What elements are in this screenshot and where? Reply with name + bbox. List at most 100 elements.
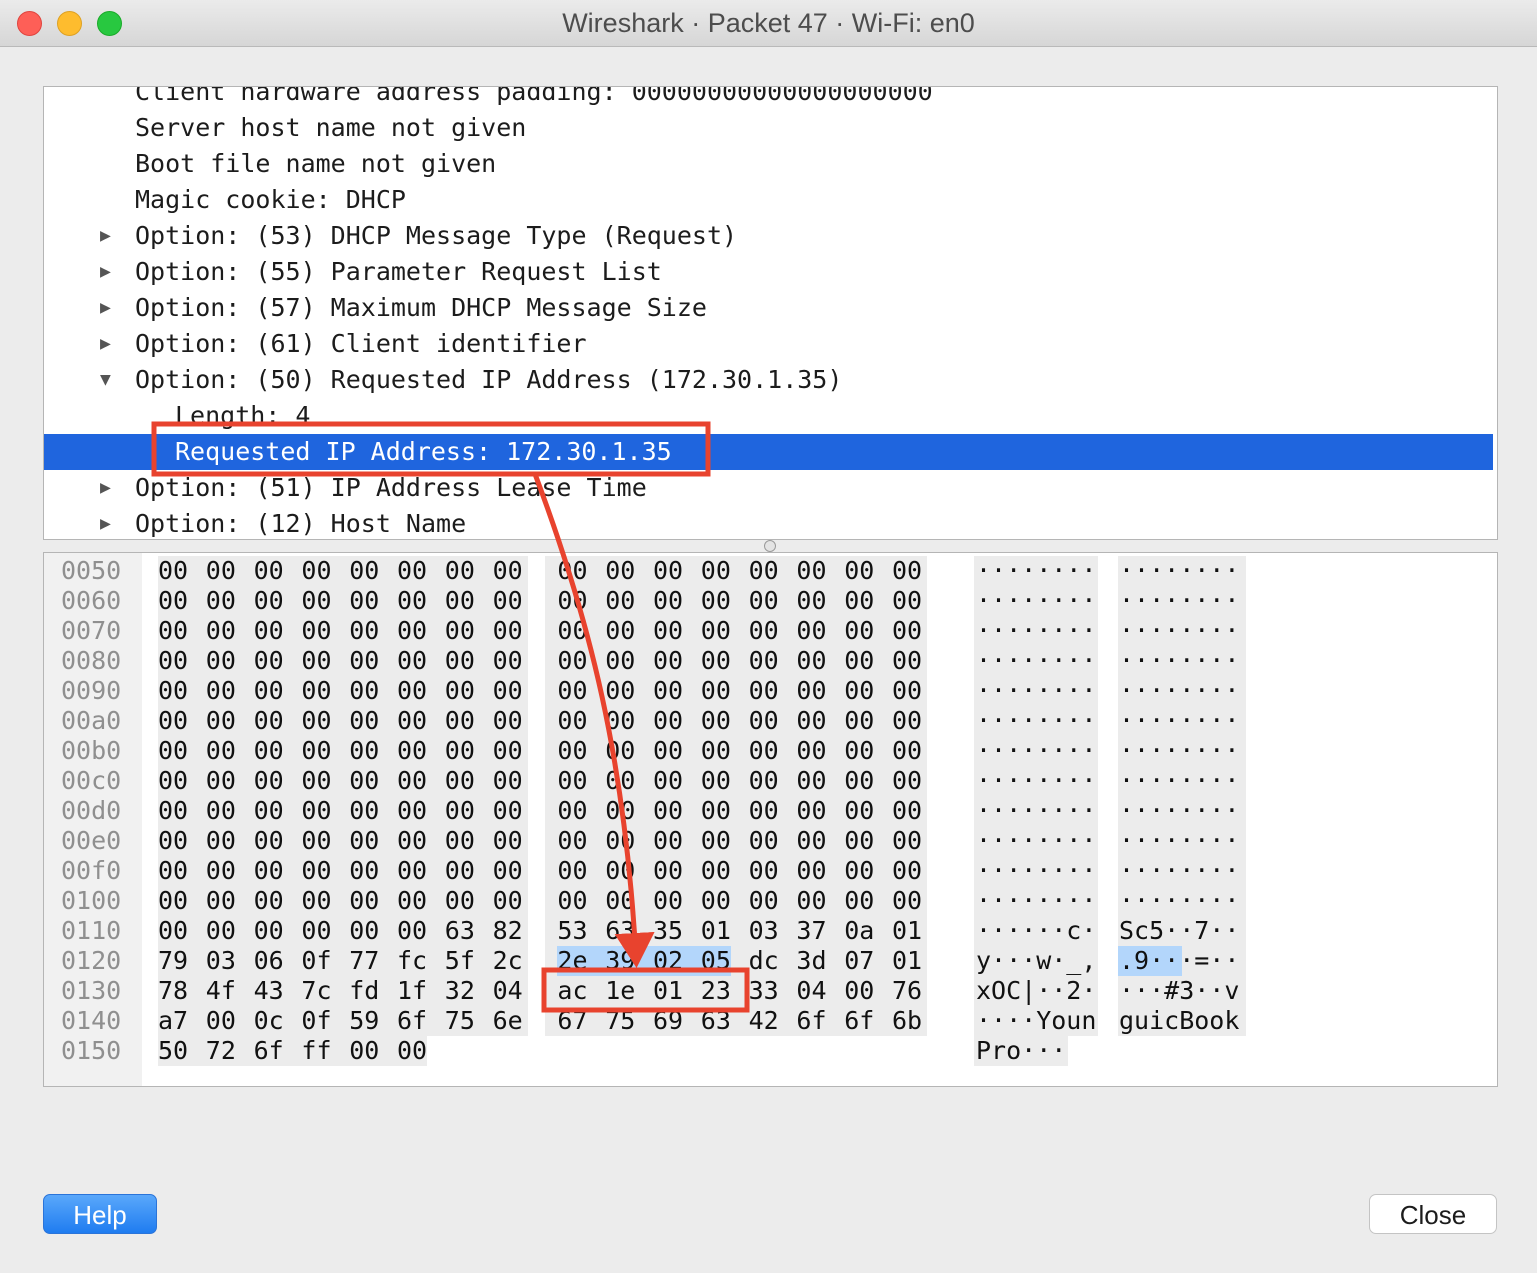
hex-byte[interactable]: 00 bbox=[397, 556, 427, 586]
ascii-text[interactable]: ········ bbox=[1119, 586, 1239, 616]
hex-byte[interactable]: 00 bbox=[796, 646, 826, 676]
ascii-text[interactable]: ········ bbox=[1119, 886, 1239, 916]
hex-byte[interactable]: 1f bbox=[397, 976, 427, 1006]
hex-byte[interactable]: 00 bbox=[301, 886, 331, 916]
ascii-text[interactable]: ········ bbox=[976, 556, 1096, 586]
hex-byte[interactable]: 00 bbox=[301, 916, 331, 946]
hex-byte[interactable]: 6f bbox=[397, 1006, 427, 1036]
hex-byte[interactable]: 00 bbox=[653, 586, 683, 616]
hex-byte[interactable]: 00 bbox=[701, 856, 731, 886]
tree-row[interactable]: Server host name not given bbox=[44, 110, 1493, 146]
ascii-text[interactable]: ········ bbox=[1119, 766, 1239, 796]
ascii-text[interactable]: ········ bbox=[1119, 856, 1239, 886]
hex-byte[interactable]: 00 bbox=[158, 796, 188, 826]
hex-byte[interactable]: 00 bbox=[701, 586, 731, 616]
hex-byte[interactable]: 00 bbox=[749, 856, 779, 886]
hex-byte[interactable]: 00 bbox=[349, 556, 379, 586]
tree-row[interactable]: Magic cookie: DHCP bbox=[44, 182, 1493, 218]
hex-byte[interactable]: 00 bbox=[605, 796, 635, 826]
ascii-text[interactable]: ······c· bbox=[976, 916, 1096, 946]
disclosure-collapsed-icon[interactable]: ▶ bbox=[100, 290, 111, 326]
hex-byte[interactable]: 00 bbox=[493, 706, 523, 736]
hex-byte[interactable]: 00 bbox=[653, 556, 683, 586]
hex-byte[interactable]: 00 bbox=[493, 796, 523, 826]
hex-byte[interactable]: 00 bbox=[206, 736, 236, 766]
hex-byte[interactable]: 00 bbox=[844, 886, 874, 916]
hex-byte[interactable]: 00 bbox=[844, 736, 874, 766]
hex-byte[interactable]: 00 bbox=[749, 796, 779, 826]
hex-byte[interactable]: 00 bbox=[349, 916, 379, 946]
hex-byte[interactable]: 00 bbox=[653, 796, 683, 826]
ascii-text[interactable]: Sc5··7·· bbox=[1119, 916, 1239, 946]
hex-byte[interactable]: 00 bbox=[397, 886, 427, 916]
hex-byte[interactable]: fd bbox=[349, 976, 379, 1006]
hex-byte[interactable]: 2e bbox=[557, 946, 606, 976]
hex-byte[interactable]: 01 bbox=[653, 976, 683, 1006]
hex-byte[interactable]: 00 bbox=[301, 706, 331, 736]
splitter-handle[interactable] bbox=[764, 540, 776, 552]
hex-byte[interactable]: 00 bbox=[557, 706, 587, 736]
hex-byte[interactable]: 32 bbox=[445, 976, 475, 1006]
hex-byte[interactable]: 00 bbox=[206, 826, 236, 856]
hex-byte[interactable]: 72 bbox=[206, 1036, 236, 1066]
ascii-text[interactable]: ········ bbox=[1119, 796, 1239, 826]
hex-byte[interactable]: 50 bbox=[158, 1036, 188, 1066]
hex-byte[interactable]: 00 bbox=[892, 706, 922, 736]
hex-byte[interactable]: 00 bbox=[892, 886, 922, 916]
hex-byte[interactable]: 00 bbox=[206, 586, 236, 616]
hex-byte[interactable]: 00 bbox=[749, 706, 779, 736]
ascii-text[interactable]: ········ bbox=[976, 706, 1096, 736]
ascii-text[interactable]: ···#3··v bbox=[1119, 976, 1239, 1006]
ascii-text[interactable]: guicBook bbox=[1119, 1006, 1239, 1036]
hex-byte[interactable]: 00 bbox=[206, 706, 236, 736]
hex-byte[interactable]: 00 bbox=[844, 796, 874, 826]
ascii-text[interactable]: Pro··· bbox=[976, 1036, 1066, 1066]
hex-byte[interactable]: 39 bbox=[605, 946, 654, 976]
hex-byte[interactable]: 00 bbox=[301, 856, 331, 886]
hex-byte[interactable]: 00 bbox=[206, 766, 236, 796]
hex-byte[interactable]: 00 bbox=[158, 916, 188, 946]
hex-byte[interactable]: 00 bbox=[158, 856, 188, 886]
tree-row[interactable]: ▶ Option: (55) Parameter Request List bbox=[44, 254, 1493, 290]
hex-byte[interactable]: 01 bbox=[892, 916, 922, 946]
hex-byte[interactable]: 00 bbox=[349, 796, 379, 826]
hex-byte[interactable]: 00 bbox=[749, 616, 779, 646]
hex-byte[interactable]: a7 bbox=[158, 1006, 188, 1036]
hex-byte[interactable]: 63 bbox=[701, 1006, 731, 1036]
hex-byte[interactable]: 00 bbox=[445, 676, 475, 706]
hex-byte[interactable]: 00 bbox=[493, 616, 523, 646]
hex-byte[interactable]: 00 bbox=[605, 556, 635, 586]
hex-byte[interactable]: 00 bbox=[796, 556, 826, 586]
hex-byte[interactable]: 00 bbox=[493, 826, 523, 856]
hex-byte[interactable]: 00 bbox=[701, 736, 731, 766]
hex-byte[interactable]: 00 bbox=[749, 826, 779, 856]
ascii-text[interactable]: ········ bbox=[976, 646, 1096, 676]
hex-byte[interactable]: 00 bbox=[701, 676, 731, 706]
hex-byte[interactable]: 00 bbox=[397, 796, 427, 826]
hex-byte[interactable]: 00 bbox=[397, 766, 427, 796]
hex-byte[interactable]: 43 bbox=[254, 976, 284, 1006]
hex-byte[interactable]: 00 bbox=[557, 646, 587, 676]
hex-byte[interactable]: 00 bbox=[557, 586, 587, 616]
hex-byte[interactable]: 00 bbox=[397, 856, 427, 886]
disclosure-collapsed-icon[interactable]: ▶ bbox=[100, 506, 111, 539]
hex-byte[interactable]: 00 bbox=[749, 556, 779, 586]
ascii-text[interactable]: ········ bbox=[976, 586, 1096, 616]
hex-byte[interactable]: 00 bbox=[301, 586, 331, 616]
hex-byte[interactable]: 6e bbox=[493, 1006, 523, 1036]
hex-byte[interactable]: 7c bbox=[301, 976, 331, 1006]
hex-byte[interactable]: 00 bbox=[349, 826, 379, 856]
hex-byte[interactable]: 00 bbox=[892, 616, 922, 646]
hex-byte[interactable]: 00 bbox=[892, 736, 922, 766]
ascii-text[interactable]: ········ bbox=[976, 766, 1096, 796]
hex-byte[interactable]: 6f bbox=[254, 1036, 284, 1066]
hex-byte[interactable]: 00 bbox=[397, 916, 427, 946]
hex-byte[interactable]: 00 bbox=[254, 766, 284, 796]
hex-byte[interactable]: 5f bbox=[445, 946, 475, 976]
hex-byte[interactable]: 23 bbox=[701, 976, 731, 1006]
hex-byte[interactable]: 02 bbox=[653, 946, 702, 976]
ascii-text[interactable]: ····Youn bbox=[976, 1006, 1096, 1036]
hex-byte[interactable]: 00 bbox=[158, 706, 188, 736]
ascii-text[interactable]: ········ bbox=[1119, 646, 1239, 676]
hex-byte[interactable]: 04 bbox=[493, 976, 523, 1006]
